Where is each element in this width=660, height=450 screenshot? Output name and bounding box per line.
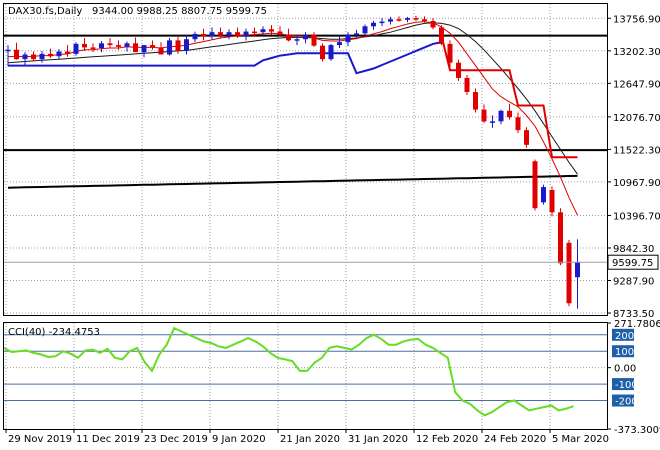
bearish-candle-body	[396, 19, 402, 21]
x-tick-label: 23 Dec 2019	[144, 434, 208, 445]
bearish-candle-body	[447, 43, 453, 63]
bearish-candle-body	[524, 130, 529, 145]
bullish-candle-body	[354, 33, 359, 35]
cci-tick-label: 271.7806	[614, 319, 660, 330]
bullish-candle-body	[243, 31, 249, 36]
price-tick-label: 12076.70	[613, 113, 660, 124]
bearish-candle-body	[31, 54, 36, 60]
price-tick-label: 11522.30	[613, 145, 660, 156]
bullish-candle-body	[490, 121, 495, 123]
bullish-candle-body	[379, 21, 385, 24]
bearish-candle-body	[439, 27, 444, 44]
bearish-candle-body	[175, 40, 181, 51]
bullish-candle-body	[328, 45, 334, 60]
bullish-candle-body	[141, 45, 147, 53]
bullish-candle-body	[498, 110, 504, 122]
x-tick-label: 12 Feb 2020	[416, 434, 478, 445]
bullish-candle-body	[167, 40, 172, 55]
bullish-candle-body	[39, 53, 45, 60]
bearish-candle-body	[150, 45, 155, 48]
bearish-candle-body	[201, 33, 206, 37]
x-tick-label: 11 Dec 2019	[76, 434, 140, 445]
bullish-candle-body	[362, 26, 368, 34]
bullish-candle-body	[73, 43, 79, 54]
bullish-candle-body	[22, 54, 28, 60]
bearish-candle-body	[320, 45, 325, 60]
chart: 13756.90 13202.30 12647.90 12076.70 11522.30…	[0, 0, 660, 450]
bearish-candle-body	[14, 49, 19, 60]
bearish-candle-body	[311, 34, 317, 46]
bearish-candle-body	[158, 47, 164, 55]
cci-tick-label: 200	[615, 331, 634, 342]
bearish-candle-body	[558, 212, 563, 264]
x-tick-label: 29 Nov 2019	[8, 434, 72, 445]
bearish-candle-body	[464, 77, 470, 93]
bullish-candle-body	[541, 187, 546, 203]
price-tick-label: 9842.30	[613, 244, 654, 255]
price-tick-label: 10396.70	[613, 211, 660, 222]
bearish-candle-body	[515, 117, 521, 131]
x-tick-label: 21 Jan 2020	[280, 434, 340, 445]
bullish-candle-body	[184, 39, 189, 51]
bullish-candle-body	[209, 32, 215, 37]
price-tick-label: 13202.30	[613, 47, 660, 58]
price-tick-label: 10967.90	[613, 178, 660, 189]
bearish-candle-body	[413, 18, 419, 20]
bearish-candle-body	[473, 92, 478, 110]
bullish-candle-body	[388, 19, 393, 22]
bearish-candle-body	[549, 190, 555, 213]
cci-tick-label: -200	[615, 397, 638, 408]
x-tick-label: 9 Jan 2020	[212, 434, 266, 445]
chart-header-symbol: DAX30.fs,Daily	[8, 6, 82, 17]
bearish-candle-body	[481, 109, 487, 122]
bullish-candle-body	[294, 39, 300, 41]
bullish-candle-body	[303, 34, 308, 40]
bullish-candle-body	[56, 51, 62, 57]
bullish-candle-body	[99, 43, 104, 49]
chart-header-ohlc: 9344.00 9988.25 8807.75 9599.75	[92, 6, 267, 17]
cci-title: CCI(40) -234.4753	[8, 327, 100, 338]
cci-tick-label: 100	[615, 347, 634, 358]
price-tick-label: 12647.90	[613, 79, 660, 90]
bearish-candle-body	[133, 43, 138, 53]
current-price-label: 9599.75	[612, 258, 653, 269]
bullish-candle-body	[5, 49, 11, 52]
x-tick-label: 31 Jan 2020	[348, 434, 408, 445]
bearish-candle-body	[235, 32, 240, 36]
bearish-candle-body	[456, 62, 461, 78]
cci-tick-label: -100	[615, 380, 638, 391]
bullish-candle-body	[337, 42, 342, 46]
bearish-candle-body	[422, 19, 427, 22]
bearish-candle-body	[277, 31, 283, 35]
bearish-candle-body	[107, 43, 113, 46]
bearish-candle-body	[252, 31, 257, 34]
bullish-candle-body	[345, 34, 351, 43]
bullish-candle-body	[260, 29, 266, 33]
bullish-candle-body	[192, 33, 198, 40]
bearish-candle-body	[269, 29, 274, 32]
bearish-candle-body	[65, 51, 70, 54]
bullish-candle-body	[575, 262, 580, 278]
bearish-candle-body	[116, 45, 121, 47]
bearish-candle-body	[218, 32, 223, 36]
bullish-candle-body	[226, 32, 232, 36]
bullish-candle-body	[124, 43, 130, 47]
cci-tick-label: -373.3009	[614, 425, 660, 436]
bearish-candle-body	[286, 34, 291, 41]
x-tick-label: 24 Feb 2020	[484, 434, 546, 445]
price-tick-label: 13756.90	[613, 14, 660, 25]
bearish-candle-body	[566, 242, 572, 304]
x-tick-label: 5 Mar 2020	[552, 434, 609, 445]
bearish-candle-body	[507, 110, 512, 118]
price-tick-label: 9287.90	[613, 277, 654, 288]
bearish-candle-body	[430, 21, 436, 28]
bearish-candle-body	[48, 53, 53, 57]
bullish-candle-body	[405, 18, 410, 20]
bearish-candle-body	[82, 43, 87, 48]
bearish-candle-body	[532, 161, 538, 209]
cci-tick-label: 0.00	[614, 364, 636, 375]
bullish-candle-body	[371, 22, 376, 27]
bearish-candle-body	[90, 47, 96, 49]
